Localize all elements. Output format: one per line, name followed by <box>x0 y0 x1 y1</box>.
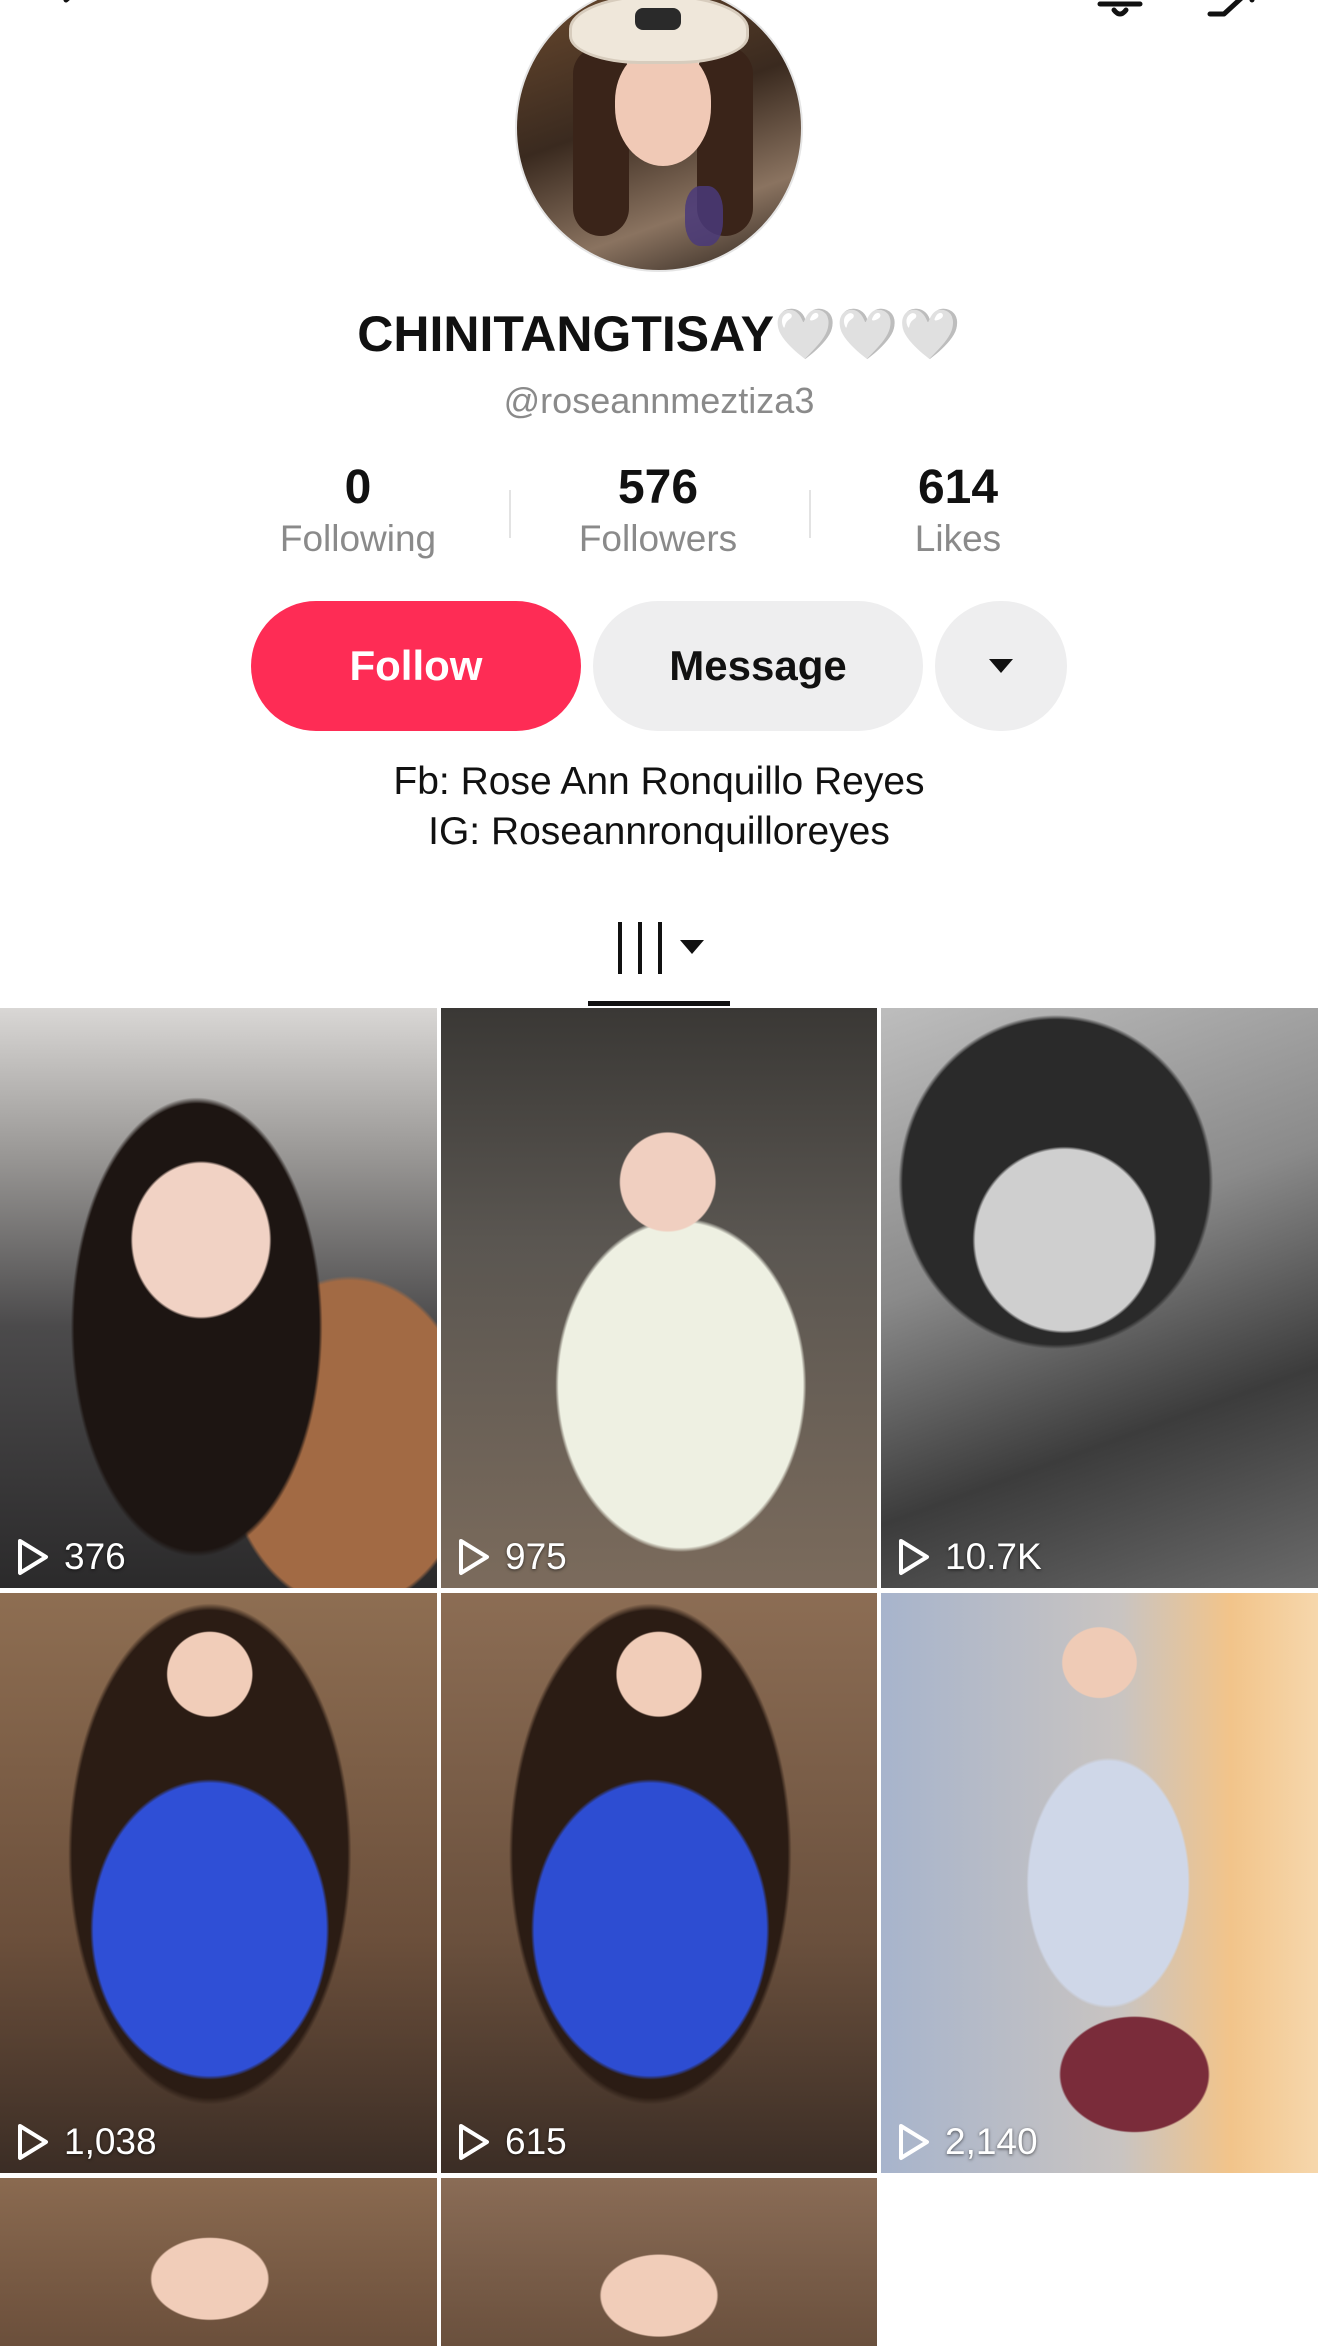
view-count: 376 <box>16 1536 126 1578</box>
avatar-hat-logo <box>635 8 681 30</box>
view-count-text: 376 <box>64 1536 126 1577</box>
display-name: CHINITANGTISAY🤍🤍🤍 <box>357 306 961 362</box>
view-count-text: 975 <box>505 1536 567 1577</box>
followers-count: 576 <box>617 461 699 514</box>
play-icon <box>18 1539 48 1575</box>
back-arrow-icon[interactable] <box>52 0 108 26</box>
play-icon <box>459 1539 489 1575</box>
video-thumbnail[interactable] <box>0 2178 437 2346</box>
stat-likes[interactable]: 614 Likes <box>808 461 1108 561</box>
follow-button[interactable]: Follow <box>251 601 581 731</box>
view-count: 10.7K <box>897 1536 1042 1578</box>
stat-followers[interactable]: 576 Followers <box>508 461 808 561</box>
following-label: Following <box>279 517 437 559</box>
bell-icon[interactable] <box>1092 0 1148 26</box>
video-thumbnail[interactable]: 10.7K <box>881 1008 1318 1588</box>
username-handle: @roseannmeztiza3 <box>503 380 815 421</box>
tab-active-indicator <box>588 1001 730 1006</box>
video-thumbnail[interactable]: 1,038 <box>0 1593 437 2173</box>
caret-down-icon <box>680 940 704 954</box>
avatar-face <box>615 48 711 166</box>
play-icon <box>18 2124 48 2160</box>
followers-label: Followers <box>578 517 738 559</box>
view-count-text: 10.7K <box>945 1536 1042 1577</box>
bio-line-facebook: Fb: Rose Ann Ronquillo Reyes <box>393 760 925 803</box>
play-icon <box>459 2124 489 2160</box>
likes-label: Likes <box>914 517 1002 559</box>
video-thumbnail[interactable]: 376 <box>0 1008 437 1588</box>
following-count: 0 <box>344 461 372 514</box>
play-icon <box>899 2124 929 2160</box>
stat-following[interactable]: 0 Following <box>208 461 508 561</box>
message-button[interactable]: Message <box>593 601 923 731</box>
view-count: 1,038 <box>16 2121 157 2163</box>
share-icon[interactable] <box>1204 0 1260 26</box>
video-thumbnail[interactable]: 615 <box>441 1593 877 2173</box>
tab-videos[interactable] <box>588 910 730 1006</box>
view-count-text: 2,140 <box>945 2121 1038 2162</box>
video-thumbnail[interactable] <box>441 2178 877 2346</box>
view-count-text: 615 <box>505 2121 567 2162</box>
video-thumbnail[interactable]: 2,140 <box>881 1593 1318 2173</box>
video-thumbnail[interactable]: 975 <box>441 1008 877 1588</box>
view-count: 615 <box>457 2121 567 2163</box>
suggested-accounts-button[interactable] <box>935 601 1067 731</box>
profile-page: CHINITANGTISAY🤍🤍🤍 @roseannmeztiza3 0 Fol… <box>0 0 1318 2346</box>
view-count-text: 1,038 <box>64 2121 157 2162</box>
avatar-tattoo <box>685 186 723 246</box>
view-count: 2,140 <box>897 2121 1038 2163</box>
bio-line-instagram: IG: Roseannronquilloreyes <box>428 810 890 853</box>
likes-count: 614 <box>917 461 999 514</box>
caret-down-icon <box>989 659 1013 673</box>
avatar[interactable] <box>515 0 803 272</box>
play-icon <box>899 1539 929 1575</box>
view-count: 975 <box>457 1536 567 1578</box>
